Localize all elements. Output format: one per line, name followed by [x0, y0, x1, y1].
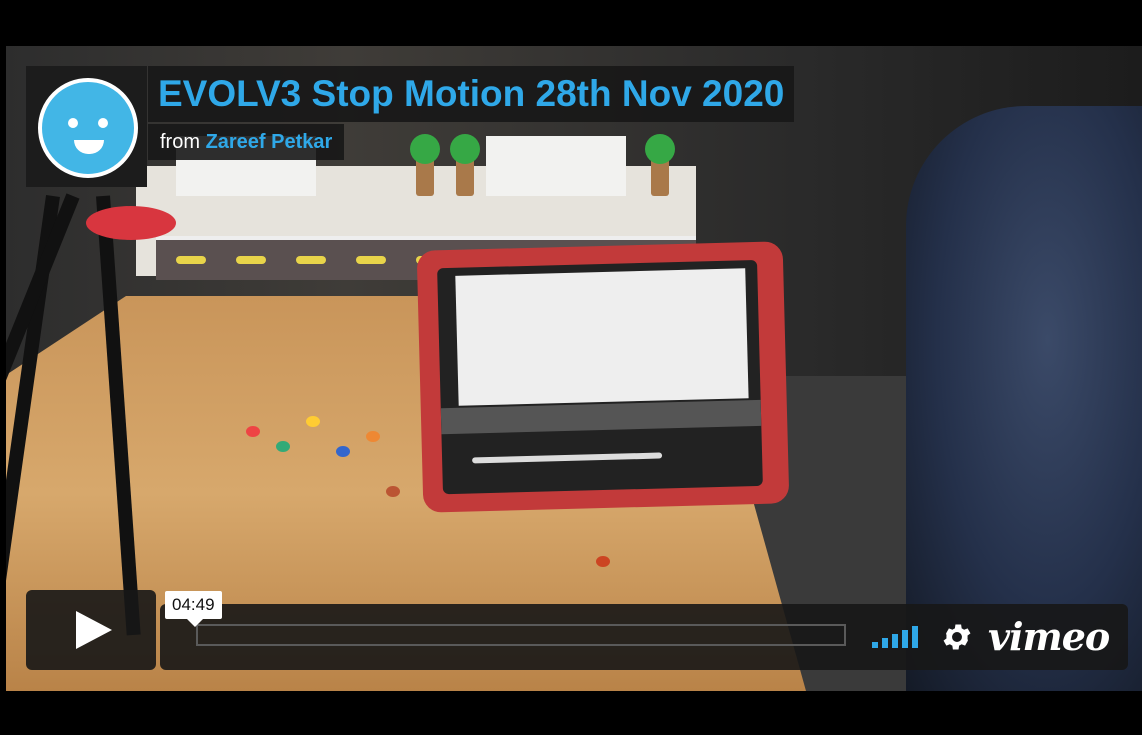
road-dash	[176, 256, 206, 264]
smiley-avatar-icon	[38, 78, 138, 178]
candy	[386, 486, 400, 497]
avatar-eye	[98, 118, 108, 128]
gear-icon[interactable]	[940, 620, 974, 654]
video-player: EVOLV3 Stop Motion 28th Nov 2020 from Za…	[0, 0, 1142, 735]
play-button[interactable]	[26, 590, 156, 670]
volume-bars-icon[interactable]	[872, 626, 920, 648]
tablet-preview	[455, 268, 749, 406]
scene-building	[486, 136, 626, 196]
author-link[interactable]: Zareef Petkar	[206, 131, 333, 153]
byline-prefix: from	[160, 131, 200, 153]
candy	[246, 426, 260, 437]
vimeo-logo[interactable]: vimeo	[988, 614, 1110, 659]
road-dash	[236, 256, 266, 264]
scene-tree	[645, 134, 675, 196]
play-icon	[76, 611, 112, 649]
tripod-clamp	[86, 206, 176, 240]
avatar-eye	[68, 118, 78, 128]
road-dash	[356, 256, 386, 264]
candy	[276, 441, 290, 452]
tablet-timeline	[472, 452, 663, 464]
video-title[interactable]: EVOLV3 Stop Motion 28th Nov 2020	[148, 66, 795, 122]
scene-tablet	[416, 241, 790, 513]
byline: from Zareef Petkar	[148, 124, 345, 160]
tablet-screen	[437, 259, 763, 495]
candy	[306, 416, 320, 427]
tablet-road	[440, 399, 762, 435]
candy	[366, 431, 380, 442]
author-avatar[interactable]	[26, 66, 147, 187]
avatar-mouth	[74, 140, 104, 154]
control-bar: vimeo	[160, 604, 1128, 670]
progress-bar[interactable]	[196, 624, 846, 646]
candy	[596, 556, 610, 567]
scene-tree	[450, 134, 480, 196]
road-dash	[296, 256, 326, 264]
time-tooltip: 04:49	[165, 591, 222, 627]
candy	[336, 446, 350, 457]
scene-tree	[410, 134, 440, 196]
